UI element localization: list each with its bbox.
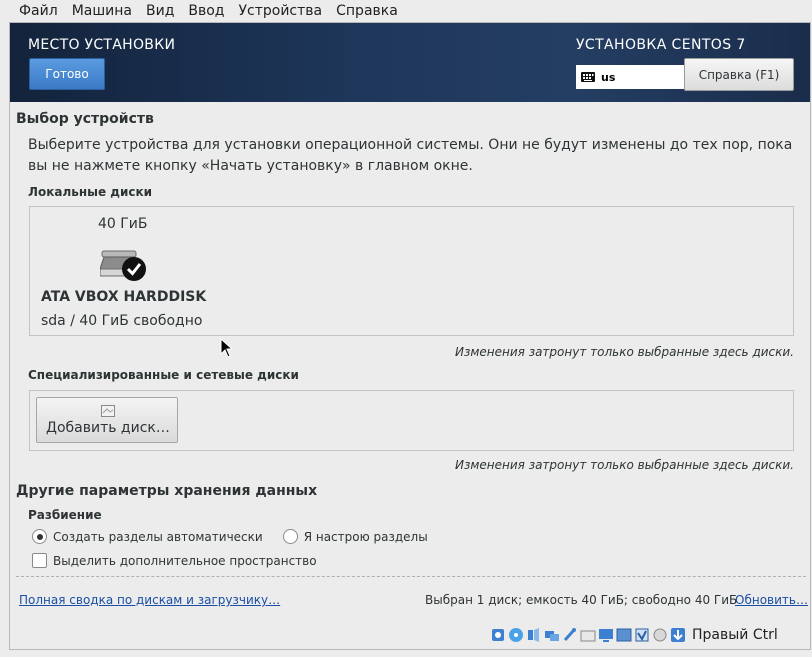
reclaim-space-checkbox[interactable]: [32, 553, 47, 568]
page-title: МЕСТО УСТАНОВКИ: [28, 37, 176, 53]
reclaim-space-label[interactable]: Выделить дополнительное пространство: [53, 554, 317, 568]
manual-partition-radio[interactable]: [282, 529, 298, 544]
vm-statusbar: Правый Ctrl: [490, 625, 778, 645]
keyboard-layout-indicator[interactable]: us: [576, 65, 684, 89]
disk-size: 40 ГиБ: [98, 216, 148, 232]
network-disks-label: Специализированные и сетевые диски: [28, 368, 299, 382]
device-selection-description: Выберите устройства для установки операц…: [28, 137, 793, 174]
video-capture-icon[interactable]: [616, 627, 632, 643]
installer-window: МЕСТО УСТАНОВКИ Готово УСТАНОВКА CENTOS …: [9, 22, 811, 650]
host-key-label: Правый Ctrl: [692, 627, 778, 643]
local-disks-note: Изменения затронут только выбранные здес…: [455, 345, 794, 359]
hard-disk-selected-icon: [100, 250, 146, 281]
menu-file[interactable]: Файл: [0, 0, 65, 22]
selection-summary: Выбран 1 диск; емкость 40 ГиБ; свободно …: [425, 593, 738, 607]
refresh-link[interactable]: Обновить…: [735, 593, 808, 607]
menu-machine[interactable]: Машина: [65, 0, 139, 22]
menu-input[interactable]: Ввод: [181, 0, 231, 22]
disk-name: ATA VBOX HARDDISK: [41, 289, 207, 305]
help-button[interactable]: Справка (F1): [684, 58, 794, 91]
mouse-integration-icon[interactable]: [652, 627, 668, 643]
network-disks-panel: Добавить диск…: [29, 390, 794, 451]
footer-divider: [16, 576, 806, 577]
add-disk-icon: [101, 405, 115, 417]
local-disks-panel: 40 ГиБ ATA VBOX HARDDISK sda / 40 ГиБ св…: [29, 206, 794, 336]
menu-view[interactable]: Вид: [139, 0, 181, 22]
disk-summary-link[interactable]: Полная сводка по дискам и загрузчику…: [19, 593, 280, 607]
hard-disk-activity-icon[interactable]: [490, 627, 506, 643]
storage-options-heading: Другие параметры хранения данных: [16, 483, 318, 499]
optical-drive-icon[interactable]: [508, 627, 524, 643]
product-title: УСТАНОВКА CENTOS 7: [576, 37, 746, 53]
disk-item[interactable]: 40 ГиБ ATA VBOX HARDDISK sda / 40 ГиБ св…: [30, 207, 230, 335]
vm-menubar: Файл Машина Вид Ввод Устройства Справка: [0, 0, 812, 22]
menu-help[interactable]: Справка: [329, 0, 405, 22]
partitioning-options: Создать разделы автоматически Я настрою …: [32, 529, 428, 544]
add-disk-button[interactable]: Добавить диск…: [36, 397, 178, 443]
menu-devices[interactable]: Устройства: [232, 0, 330, 22]
network-icon[interactable]: [544, 627, 560, 643]
partitioning-label: Разбиение: [28, 508, 102, 522]
display-icon[interactable]: [598, 627, 614, 643]
disk-free-space: sda / 40 ГиБ свободно: [41, 313, 203, 329]
audio-icon[interactable]: [526, 627, 542, 643]
mouse-pointer-icon: [220, 338, 234, 358]
shared-folder-icon[interactable]: [580, 627, 596, 643]
add-disk-label: Добавить диск…: [46, 420, 170, 436]
keyboard-icon: [581, 72, 595, 82]
manual-partition-label[interactable]: Я настрою разделы: [304, 530, 428, 544]
host-key-icon[interactable]: [670, 627, 686, 643]
network-disks-note: Изменения затронут только выбранные здес…: [455, 458, 794, 472]
auto-partition-label[interactable]: Создать разделы автоматически: [53, 530, 263, 544]
auto-partition-radio[interactable]: [32, 529, 47, 544]
done-button[interactable]: Готово: [29, 58, 105, 90]
device-selection-heading: Выбор устройств: [16, 111, 154, 127]
usb-icon[interactable]: [562, 627, 578, 643]
keyboard-layout-label: us: [601, 70, 616, 84]
local-disks-label: Локальные диски: [28, 185, 153, 199]
reclaim-space-option: Выделить дополнительное пространство: [32, 553, 317, 568]
spoke-header: МЕСТО УСТАНОВКИ Готово УСТАНОВКА CENTOS …: [10, 23, 810, 102]
virtualization-icon[interactable]: [634, 627, 650, 643]
